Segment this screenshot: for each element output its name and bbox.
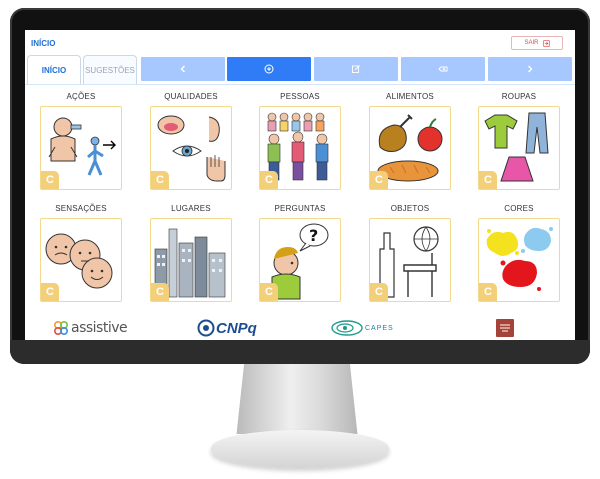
category-sensacoes[interactable]: SENSAÇÕES C [27, 203, 135, 302]
capes-logo-text: CAPES [365, 324, 394, 332]
category-label: CORES [504, 204, 534, 213]
sponsor-cnpq: CNPq [197, 318, 257, 338]
tab-bar: INÍCIO SUGESTÕES [25, 55, 575, 85]
category-acoes[interactable]: AÇÕES C [27, 91, 135, 190]
category-label: AÇÕES [66, 92, 96, 101]
category-card[interactable]: C [259, 106, 341, 190]
category-card[interactable]: C [150, 106, 232, 190]
add-button[interactable] [227, 57, 311, 81]
category-badge: C [41, 283, 59, 301]
chevron-left-icon [180, 65, 185, 73]
category-grid: AÇÕES C QUALIDADES C PESSOAS C ALIMENTOS… [25, 91, 575, 316]
category-label: LUGARES [171, 204, 211, 213]
category-card[interactable]: C [369, 218, 451, 302]
cnpq-logo-text: CNPq [216, 319, 257, 337]
tab-inicio[interactable]: INÍCIO [27, 55, 81, 84]
category-card[interactable]: C [40, 106, 122, 190]
capes-logo-icon [331, 320, 363, 336]
category-alimentos[interactable]: ALIMENTOS C [356, 91, 464, 190]
assistive-logo-icon [53, 320, 69, 336]
monitor-stand [236, 364, 358, 434]
app-screen: INÍCIO SAIR INÍCIO SUGESTÕES AÇÕES C QUA… [25, 30, 575, 340]
tab-label: SUGESTÕES [85, 65, 135, 75]
category-badge: C [370, 283, 388, 301]
monitor-base [211, 430, 389, 468]
sponsor-institution [495, 318, 515, 338]
category-badge: C [41, 171, 59, 189]
category-badge: C [151, 283, 169, 301]
category-label: ROUPAS [501, 92, 537, 101]
category-badge: C [479, 283, 497, 301]
category-card[interactable]: C [478, 106, 560, 190]
category-badge: C [260, 171, 278, 189]
add-circle-icon [264, 64, 274, 74]
exit-icon [542, 39, 550, 47]
category-badge: C [151, 171, 169, 189]
category-card[interactable]: C [369, 106, 451, 190]
logout-label: SAIR [524, 40, 539, 46]
category-qualidades[interactable]: QUALIDADES C [137, 91, 245, 190]
category-roupas[interactable]: ROUPAS C [465, 91, 573, 190]
assistive-logo-text: assistive [71, 320, 128, 336]
category-card[interactable]: C [478, 218, 560, 302]
institution-logo-icon [496, 319, 514, 337]
next-button[interactable] [488, 57, 572, 81]
logout-button[interactable]: SAIR [511, 36, 563, 50]
edit-icon [352, 65, 360, 73]
category-label: ALIMENTOS [386, 92, 434, 101]
monitor-chin [10, 340, 590, 364]
category-pessoas[interactable]: PESSOAS C [246, 91, 354, 190]
category-label: SENSAÇÕES [55, 204, 107, 213]
tab-sugestoes[interactable]: SUGESTÕES [83, 55, 137, 84]
category-label: OBJETOS [390, 204, 430, 213]
chevron-right-icon [528, 65, 533, 73]
category-badge: C [479, 171, 497, 189]
category-label: PESSOAS [280, 92, 320, 101]
top-bar: INÍCIO SAIR [25, 30, 575, 52]
category-lugares[interactable]: LUGARES C [137, 203, 245, 302]
breadcrumb[interactable]: INÍCIO [31, 39, 55, 48]
category-perguntas[interactable]: PERGUNTAS ? C [246, 203, 354, 302]
category-card[interactable]: C [40, 218, 122, 302]
category-badge: C [260, 283, 278, 301]
eraser-icon [438, 66, 448, 72]
category-card[interactable]: ? C [259, 218, 341, 302]
edit-button[interactable] [314, 57, 398, 81]
sponsor-capes: CAPES [331, 318, 394, 338]
category-card[interactable]: C [150, 218, 232, 302]
category-objetos[interactable]: OBJETOS C [356, 203, 464, 302]
erase-button[interactable] [401, 57, 485, 81]
cnpq-logo-icon [197, 319, 215, 337]
category-label: PERGUNTAS [274, 204, 326, 213]
sponsor-footer: assistive CNPq CAPES [25, 316, 575, 340]
svg-text:?: ? [309, 226, 318, 245]
tab-label: INÍCIO [41, 65, 67, 75]
category-label: QUALIDADES [164, 92, 218, 101]
category-badge: C [370, 171, 388, 189]
sponsor-assistive: assistive [53, 318, 128, 338]
previous-button[interactable] [141, 57, 225, 81]
category-cores[interactable]: CORES C [465, 203, 573, 302]
